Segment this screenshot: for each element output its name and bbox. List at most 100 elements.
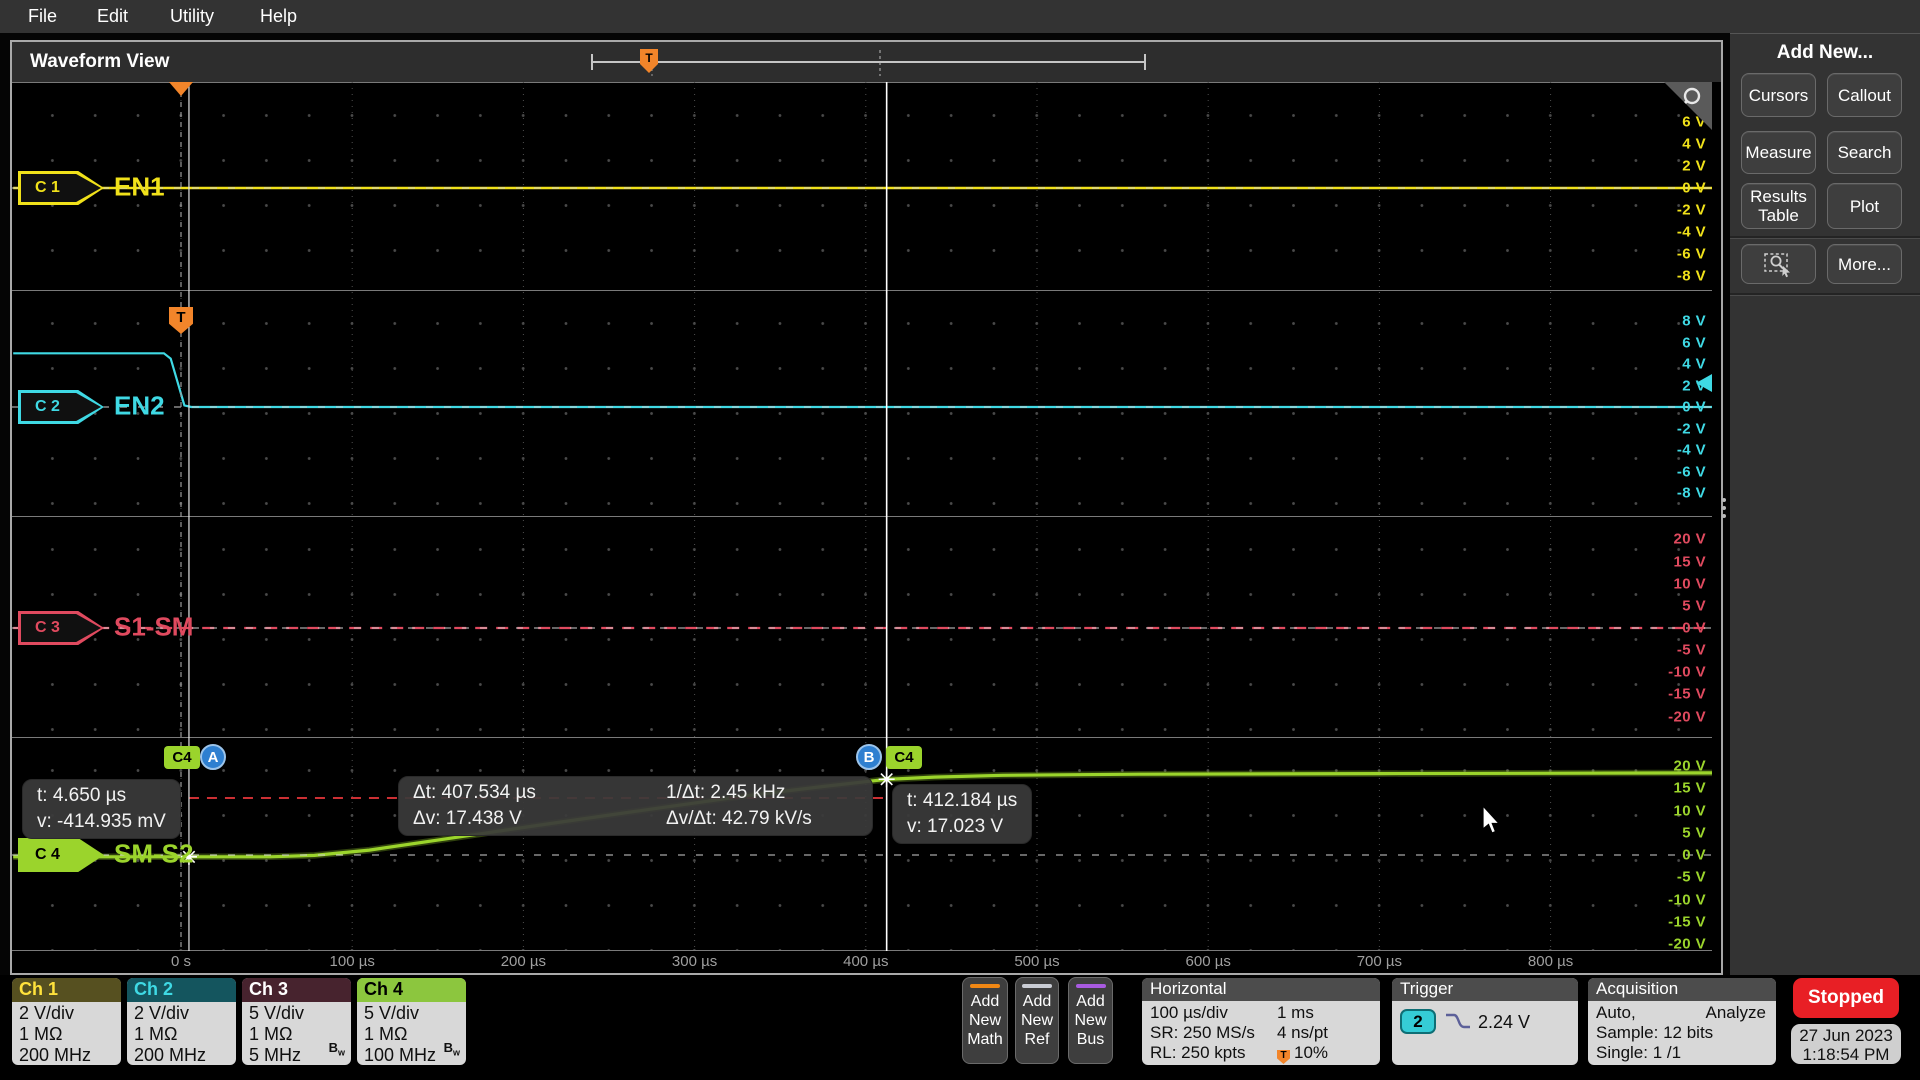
trigger-source-chip: 2 [1400,1009,1436,1034]
time-axis-label: 100 µs [307,953,397,970]
cursor-a-voltage: v: -414.935 mV [37,809,166,835]
ch2-scale: 2 V/div [134,1003,236,1024]
add-new-title: Add New... [1730,42,1920,64]
delta-voltage: Δv: 17.438 V [413,806,658,832]
add-cursors-button[interactable]: Cursors [1741,73,1816,117]
waveform-title-bar: Waveform View T [12,42,1721,82]
channel-name-s1sm: S1-SM [114,611,193,642]
time-axis-label: 800 µs [1506,953,1596,970]
sample-interval: 4 ns/pt [1277,1023,1328,1043]
menu-edit[interactable]: Edit [97,6,128,27]
trigger-position-icon: T [1277,1050,1290,1064]
delta-slope: Δv/Δt: 42.79 kV/s [666,806,858,832]
menu-help[interactable]: Help [260,6,297,27]
acq-sample-bits: Sample: 12 bits [1596,1023,1776,1043]
add-callout-button[interactable]: Callout [1827,73,1902,117]
zoom-select-button[interactable] [1741,244,1816,284]
delta-frequency: 1/Δt: 2.45 kHz [666,780,858,806]
trace-en2 [13,353,1712,407]
cursor-b-marker [879,771,895,787]
time-label: 1:18:54 PM [1791,1045,1901,1064]
sidebar-divider [1730,293,1920,296]
label-line: Math [963,1030,1007,1049]
channel-name-en2: EN2 [114,390,165,421]
ref-accent [1022,984,1052,988]
cursor-b-channel-chip[interactable]: C4 [886,746,922,769]
label-line: New [963,1011,1007,1030]
oscilloscope-app: File Edit Utility Help Waveform View T 6… [0,0,1920,1080]
acquisition-header: Acquisition [1588,978,1776,1001]
mouse-pointer [1482,806,1506,836]
ch2-bandwidth: 200 MHz [134,1045,236,1065]
minimap-trigger-letter: T [645,51,653,65]
time-axis-label: 700 µs [1334,953,1424,970]
label-line: New [1016,1011,1058,1030]
menu-bar: File Edit Utility Help [0,0,1920,33]
bandwidth-limit-icon: Bw [444,1037,460,1064]
date-label: 27 Jun 2023 [1791,1026,1901,1045]
panel-resize-handle[interactable] [1722,494,1726,522]
cursor-a-handle[interactable]: A [200,744,226,770]
record-length: RL: 250 kpts [1150,1043,1245,1062]
time-axis: 0 s100 µs200 µs300 µs400 µs500 µs600 µs7… [12,951,1712,973]
time-axis-label: 0 s [136,953,226,970]
label-line: New [1069,1011,1112,1030]
acq-analyze: Analyze [1706,1003,1766,1023]
ch1-settings-badge[interactable]: Ch 1 2 V/div1 MΩ200 MHz [12,978,121,1065]
record-view-ruler[interactable]: T [578,45,1168,81]
ch2-settings-badge[interactable]: Ch 2 2 V/div1 MΩ200 MHz [127,978,236,1065]
add-results-table-button[interactable]: Results Table [1741,183,1816,229]
ch1-scale: 2 V/div [19,1003,121,1024]
add-new-ref-button[interactable]: Add New Ref [1015,977,1059,1064]
record-duration: 1 ms [1277,1003,1314,1023]
acquisition-settings-badge[interactable]: Acquisition Auto,Analyze Sample: 12 bits… [1588,978,1776,1065]
math-accent [970,984,1000,988]
label-line: Add [1016,992,1058,1011]
settings-bar: Ch 1 2 V/div1 MΩ200 MHz Ch 2 2 V/div1 MΩ… [0,975,1920,1080]
waveform-view: Waveform View T 6 V4 V2 V0 V-2 V-4 V-6 V… [10,40,1723,975]
add-new-math-button[interactable]: Add New Math [962,977,1008,1064]
cursor-a-readout[interactable]: t: 4.650 µs v: -414.935 mV [22,779,181,839]
trigger-level-arrow[interactable] [1696,374,1712,392]
ch3-settings-badge[interactable]: Ch 3 5 V/div1 MΩ5 MHzBw [242,978,351,1065]
ch2-impedance: 1 MΩ [134,1024,236,1045]
time-axis-label: 200 µs [478,953,568,970]
delta-time: Δt: 407.534 µs [413,780,658,806]
cursor-b-readout[interactable]: t: 412.184 µs v: 17.023 V [892,784,1032,844]
waveform-view-tab[interactable]: Waveform View [30,51,169,73]
time-axis-label: 600 µs [1163,953,1253,970]
zoom-select-icon [1763,251,1795,278]
channel-badge-label: C 1 [21,179,74,197]
cursor-b-handle[interactable]: B [856,744,882,770]
datetime-display: 27 Jun 2023 1:18:54 PM [1791,1024,1901,1064]
channel-name-en1: EN1 [114,171,165,202]
menu-file[interactable]: File [28,6,57,27]
run-stop-button[interactable]: Stopped [1793,978,1899,1018]
add-search-button[interactable]: Search [1827,131,1902,174]
add-new-panel: Add New... Cursors Callout Measure Searc… [1730,33,1920,976]
ch2-header: Ch 2 [127,978,236,1002]
bandwidth-limit-icon: Bw [329,1037,345,1064]
trigger-position-percent: 10% [1294,1043,1328,1062]
ch4-settings-badge[interactable]: Ch 4 5 V/div1 MΩ100 MHzBw [357,978,466,1065]
cursor-a-time: t: 4.650 µs [37,783,166,809]
label-line: Ref [1016,1030,1058,1049]
cursor-b-voltage: v: 17.023 V [907,814,1017,840]
trigger-settings-badge[interactable]: Trigger 2 2.24 V [1392,978,1578,1065]
sample-rate: SR: 250 MS/s [1150,1023,1255,1042]
menu-utility[interactable]: Utility [170,6,214,27]
cursor-delta-readout[interactable]: Δt: 407.534 µs 1/Δt: 2.45 kHz Δv: 17.438… [398,776,873,836]
acq-single-count: Single: 1 /1 [1596,1043,1776,1063]
ch1-bandwidth: 200 MHz [19,1045,121,1065]
add-measure-button[interactable]: Measure [1741,131,1816,174]
label-line: Add [1069,992,1112,1011]
ch4-scale: 5 V/div [364,1003,466,1024]
time-axis-label: 400 µs [821,953,911,970]
trigger-header: Trigger [1392,978,1578,1001]
timebase: 100 µs/div [1150,1003,1228,1022]
add-new-bus-button[interactable]: Add New Bus [1068,977,1113,1064]
add-more-button[interactable]: More... [1827,244,1902,284]
horizontal-settings-badge[interactable]: Horizontal 100 µs/div1 ms SR: 250 MS/s4 … [1142,978,1380,1065]
cursor-a-channel-chip[interactable]: C4 [164,746,200,769]
add-plot-button[interactable]: Plot [1827,183,1902,229]
